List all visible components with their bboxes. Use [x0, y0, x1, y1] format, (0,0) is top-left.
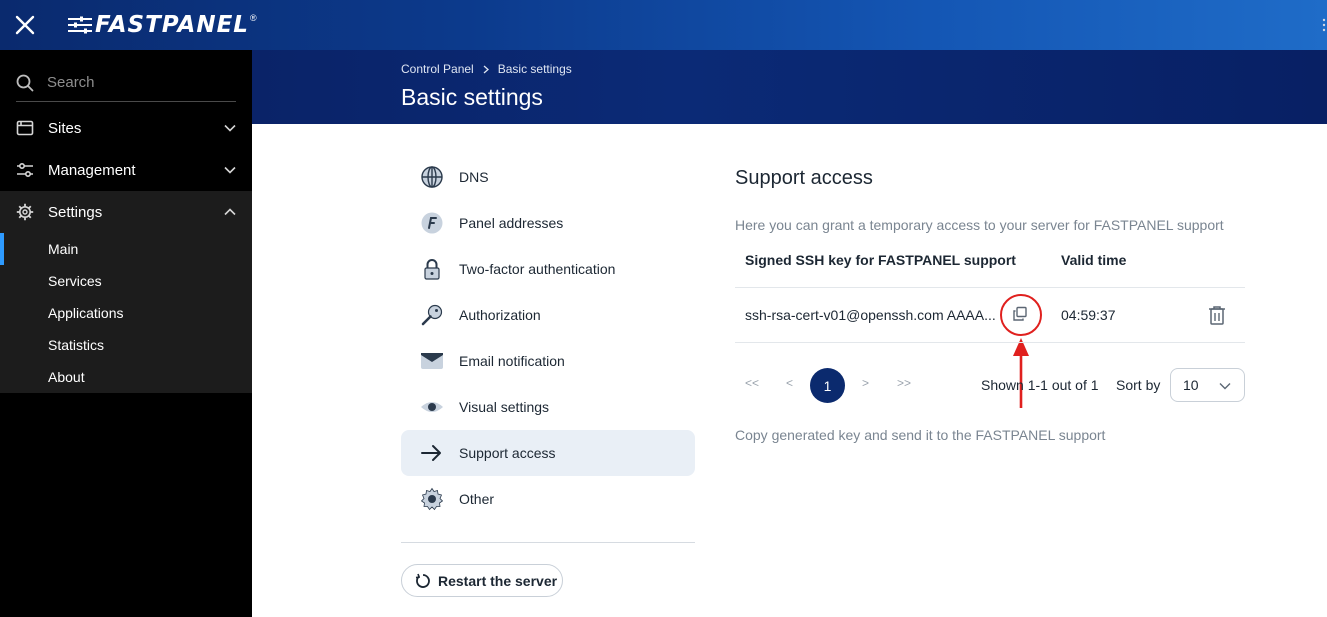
settings-submenu: Main Services Applications Statistics Ab… — [0, 233, 252, 393]
menu-item-label: Support access — [459, 445, 556, 461]
section-description: Here you can grant a temporary access to… — [735, 217, 1224, 233]
key-icon — [421, 304, 443, 326]
sidebar-subitem-about[interactable]: About — [0, 361, 252, 393]
sort-by-label: Sort by — [1116, 377, 1161, 393]
breadcrumb: Control Panel Basic settings — [401, 62, 572, 76]
menu-item-authorization[interactable]: Authorization — [401, 292, 695, 338]
menu-item-label: Panel addresses — [459, 215, 564, 231]
panel-f-icon — [421, 212, 443, 234]
eye-icon — [421, 402, 443, 412]
sort-by-value: 10 — [1183, 377, 1199, 393]
browser-window-icon — [16, 120, 34, 136]
breadcrumb-control-panel[interactable]: Control Panel — [401, 62, 474, 76]
section-title: Support access — [735, 167, 873, 189]
sidebar-subitem-label: Statistics — [48, 337, 105, 353]
pager-current-page[interactable]: 1 — [810, 368, 845, 403]
page-header: Control Panel Basic settings Basic setti… — [252, 50, 1327, 124]
top-bar: FASTPANEL ® — [0, 0, 1327, 50]
logo-text: FASTPANEL — [95, 12, 249, 38]
pager-first[interactable]: << — [745, 376, 759, 390]
fastpanel-logo[interactable]: FASTPANEL ® — [66, 11, 257, 39]
sidebar-subitem-applications[interactable]: Applications — [0, 297, 252, 329]
chevron-right-icon — [483, 65, 489, 73]
sidebar-item-label: Management — [48, 161, 136, 179]
sidebar-subitem-label: About — [48, 369, 85, 385]
menu-item-visual-settings[interactable]: Visual settings — [401, 384, 695, 430]
footnote: Copy generated key and send it to the FA… — [735, 427, 1106, 443]
arrow-right-icon — [421, 445, 441, 461]
sidebar: Sites Management Settings Main Services … — [0, 50, 252, 617]
restart-label: Restart the server — [438, 572, 558, 589]
menu-item-label: Visual settings — [459, 399, 550, 415]
chevron-down-icon — [224, 124, 236, 132]
sidebar-subitem-main[interactable]: Main — [0, 233, 252, 265]
menu-item-label: Two-factor authentication — [459, 261, 616, 277]
chevron-up-icon — [224, 208, 236, 216]
lock-icon — [424, 259, 440, 280]
menu-item-panel-addresses[interactable]: Panel addresses — [401, 200, 695, 246]
globe-icon — [421, 166, 443, 188]
more-vertical-icon[interactable] — [1321, 18, 1327, 32]
refresh-icon — [415, 573, 430, 588]
menu-item-two-factor[interactable]: Two-factor authentication — [401, 246, 695, 292]
sort-by-select[interactable]: 10 — [1170, 368, 1245, 402]
sidebar-subitem-label: Main — [48, 241, 79, 257]
trash-icon[interactable] — [1208, 305, 1226, 325]
table-divider — [735, 287, 1245, 288]
restart-server-button[interactable]: Restart the server — [401, 564, 563, 597]
envelope-icon — [421, 353, 443, 369]
sidebar-item-label: Settings — [48, 203, 103, 221]
annotation-circle — [1000, 294, 1042, 336]
shown-count: Shown 1-1 out of 1 — [981, 377, 1099, 393]
search-icon — [16, 74, 34, 91]
search-box — [16, 64, 236, 102]
sidebar-item-sites[interactable]: Sites — [0, 107, 252, 149]
chevron-down-icon — [1219, 383, 1231, 390]
logo-mark-icon — [68, 16, 92, 34]
menu-item-label: Other — [459, 491, 495, 507]
menu-divider — [401, 542, 695, 543]
column-header-ssh-key: Signed SSH key for FASTPANEL support — [745, 252, 1016, 268]
menu-item-label: DNS — [459, 169, 489, 185]
sidebar-item-label: Sites — [48, 119, 82, 137]
menu-item-dns[interactable]: DNS — [401, 154, 695, 200]
chevron-down-icon — [224, 166, 236, 174]
pager-next[interactable]: > — [862, 376, 869, 390]
menu-item-support-access[interactable]: Support access — [401, 430, 695, 476]
sidebar-item-management[interactable]: Management — [0, 149, 252, 191]
annotation-arrow-icon — [1013, 338, 1029, 408]
sidebar-subitem-label: Services — [48, 273, 102, 289]
menu-item-other[interactable]: Other — [401, 476, 695, 522]
breadcrumb-current: Basic settings — [497, 62, 572, 76]
ssh-key-value: ssh-rsa-cert-v01@openssh.com AAAA... — [745, 307, 996, 323]
pager-prev[interactable]: < — [786, 376, 793, 390]
valid-time-value: 04:59:37 — [1061, 307, 1116, 323]
page-title: Basic settings — [401, 84, 543, 110]
search-input[interactable] — [47, 74, 227, 91]
menu-item-label: Authorization — [459, 307, 541, 323]
sliders-icon — [17, 162, 33, 178]
menu-item-email-notification[interactable]: Email notification — [401, 338, 695, 384]
sidebar-subitem-label: Applications — [48, 305, 124, 321]
sidebar-subitem-statistics[interactable]: Statistics — [0, 329, 252, 361]
menu-item-label: Email notification — [459, 353, 565, 369]
close-icon[interactable] — [12, 12, 38, 38]
table-divider — [735, 342, 1245, 343]
sidebar-subitem-services[interactable]: Services — [0, 265, 252, 297]
column-header-valid-time: Valid time — [1061, 252, 1127, 268]
pager-last[interactable]: >> — [897, 376, 911, 390]
gear-icon — [420, 487, 444, 511]
gear-icon — [16, 203, 34, 221]
logo-registered-mark: ® — [249, 13, 257, 23]
sidebar-item-settings[interactable]: Settings — [0, 191, 252, 233]
